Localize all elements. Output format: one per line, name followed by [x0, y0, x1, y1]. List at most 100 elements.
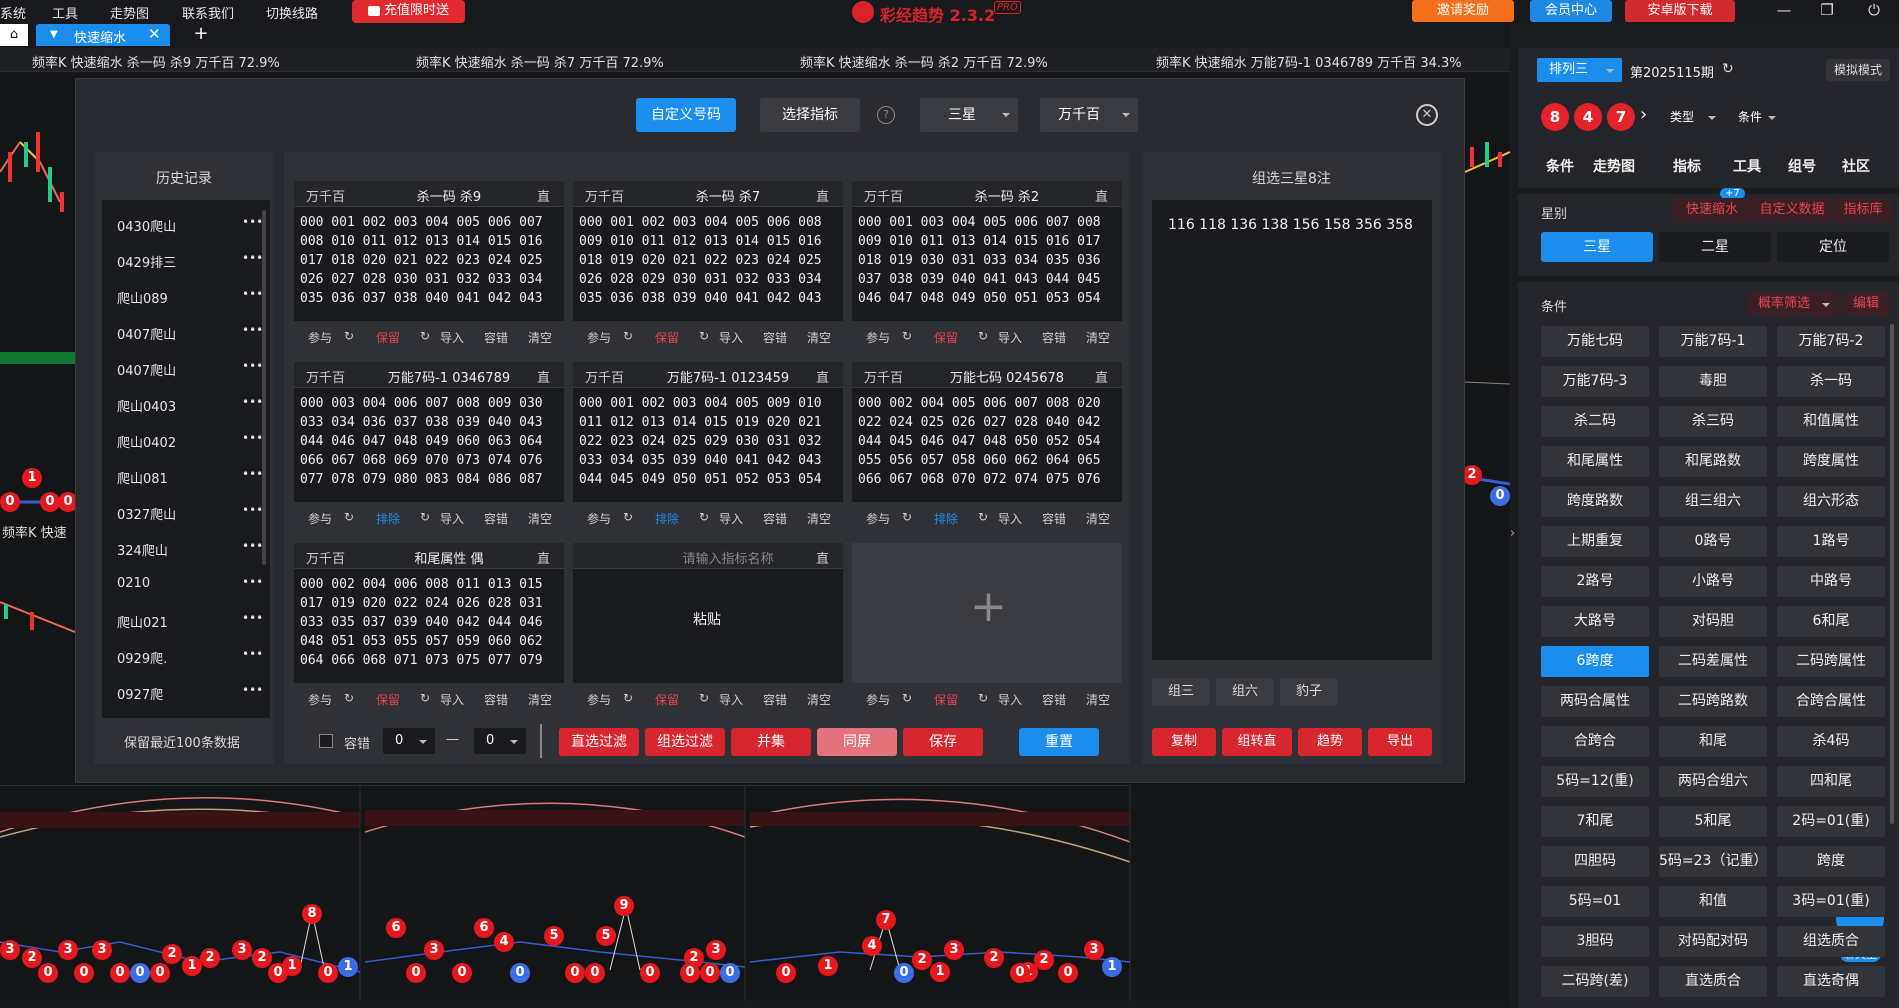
filter-position-select[interactable]: 万千百: [585, 367, 624, 386]
clear-button[interactable]: 清空: [528, 691, 552, 708]
refresh-icon[interactable]: ↻: [902, 329, 912, 343]
clear-button[interactable]: 清空: [528, 510, 552, 527]
condition-button[interactable]: 组三组六: [1659, 486, 1767, 517]
condition-button[interactable]: 6和尾: [1777, 606, 1885, 637]
condition-button[interactable]: 大路号: [1541, 606, 1649, 637]
clear-button[interactable]: 清空: [528, 329, 552, 346]
type-select[interactable]: 类型: [1660, 106, 1724, 128]
condition-button[interactable]: 小路号: [1659, 566, 1767, 597]
tag-indicator-lib[interactable]: 指标库: [1834, 198, 1892, 222]
refresh-icon[interactable]: ↻: [978, 510, 988, 524]
history-item[interactable]: 0407爬山: [117, 360, 176, 379]
filter-name[interactable]: 万能7码-1 0123459: [653, 367, 803, 386]
condition-button[interactable]: 中路号: [1777, 566, 1885, 597]
condition-button[interactable]: 5码=12(重): [1541, 766, 1649, 797]
condition-button[interactable]: 二码跨(差): [1541, 966, 1649, 997]
refresh-icon[interactable]: ↻: [902, 510, 912, 524]
more-icon[interactable]: •••: [242, 323, 263, 337]
filter-name[interactable]: 杀一码 杀9: [374, 186, 524, 205]
tab-quick-shrink[interactable]: ▼ 快速缩水 ✕: [36, 24, 170, 46]
lottery-select[interactable]: 排列三: [1537, 58, 1622, 82]
condition-button[interactable]: 2路号: [1541, 566, 1649, 597]
fault-checkbox[interactable]: [319, 734, 333, 748]
history-item[interactable]: 0210: [117, 576, 150, 591]
filter-mode-select[interactable]: 直: [816, 367, 829, 386]
refresh-icon[interactable]: ↻: [902, 691, 912, 705]
minimize-icon[interactable]: —: [1772, 0, 1796, 22]
select-indicator-button[interactable]: 选择指标: [760, 98, 860, 132]
condition-button[interactable]: 杀一码: [1777, 366, 1885, 397]
condition-button[interactable]: 3胆码: [1541, 926, 1649, 957]
more-icon[interactable]: •••: [242, 539, 263, 553]
filter-name[interactable]: 杀一码 杀2: [932, 186, 1082, 205]
filter-name[interactable]: 万能7码-1 0346789: [374, 367, 524, 386]
condition-button[interactable]: 5码=01: [1541, 886, 1649, 917]
keep-exclude-toggle[interactable]: 排除: [934, 510, 958, 527]
menu-tools[interactable]: 工具: [52, 3, 78, 22]
refresh-icon[interactable]: ↻: [623, 691, 633, 705]
condition-button[interactable]: 两码合组六: [1659, 766, 1767, 797]
condition-button[interactable]: 直选奇偶: [1777, 966, 1885, 997]
android-download-button[interactable]: 安卓版下载: [1625, 0, 1735, 22]
fault-button[interactable]: 容错: [484, 510, 508, 527]
condition-button[interactable]: 杀二码: [1541, 406, 1649, 437]
condition-button[interactable]: 6跨度: [1541, 646, 1649, 677]
fault-button[interactable]: 容错: [763, 329, 787, 346]
group-filter-button[interactable]: 组选过滤: [645, 728, 725, 756]
home-icon[interactable]: ⌂: [0, 24, 28, 46]
history-item[interactable]: 0407爬山: [117, 324, 176, 343]
sidebar-nav-item[interactable]: 组号: [1788, 156, 1816, 176]
import-button[interactable]: 导入: [719, 329, 743, 346]
help-icon[interactable]: ?: [877, 106, 895, 124]
join-toggle[interactable]: 参与: [866, 691, 890, 708]
group3-tab[interactable]: 组三: [1152, 678, 1210, 706]
clear-button[interactable]: 清空: [807, 510, 831, 527]
maximize-icon[interactable]: ❐: [1815, 0, 1839, 22]
refresh-icon[interactable]: ↻: [623, 510, 633, 524]
filter-position-select[interactable]: 万千百: [306, 548, 345, 567]
custom-number-button[interactable]: 自定义号码: [636, 98, 736, 132]
sidebar-nav-item[interactable]: 条件: [1546, 156, 1574, 176]
condition-button[interactable]: 万能7码-1: [1659, 326, 1767, 357]
condition-button[interactable]: 和值: [1659, 886, 1767, 917]
import-button[interactable]: 导入: [719, 691, 743, 708]
leopard-tab[interactable]: 豹子: [1280, 678, 1338, 706]
filter-mode-select[interactable]: 直: [1095, 367, 1108, 386]
member-center-button[interactable]: 会员中心: [1530, 0, 1612, 22]
condition-button[interactable]: 跨度路数: [1541, 486, 1649, 517]
more-icon[interactable]: •••: [242, 647, 263, 661]
direct-filter-button[interactable]: 直选过滤: [559, 728, 639, 756]
condition-button[interactable]: 合跨合属性: [1777, 686, 1885, 717]
sidebar-nav-item[interactable]: 工具: [1733, 156, 1761, 176]
recharge-button[interactable]: 充值限时送: [352, 0, 465, 23]
close-dialog-icon[interactable]: ✕: [1416, 104, 1438, 126]
join-toggle[interactable]: 参与: [866, 510, 890, 527]
join-toggle[interactable]: 参与: [308, 691, 332, 708]
refresh-icon[interactable]: ↻: [344, 691, 354, 705]
filter-mode-select[interactable]: 直: [816, 548, 829, 567]
refresh-icon[interactable]: ↻: [420, 691, 430, 705]
history-item[interactable]: 爬山0402: [117, 432, 176, 451]
keep-exclude-toggle[interactable]: 保留: [934, 329, 958, 346]
import-button[interactable]: 导入: [440, 510, 464, 527]
more-icon[interactable]: •••: [242, 575, 263, 589]
add-tab-icon[interactable]: +: [186, 24, 216, 46]
filter-position-select[interactable]: 万千百: [306, 367, 345, 386]
condition-button[interactable]: 跨度属性: [1777, 446, 1885, 477]
filter-name[interactable]: 万能七码 0245678: [932, 367, 1082, 386]
fault-button[interactable]: 容错: [484, 329, 508, 346]
join-toggle[interactable]: 参与: [308, 329, 332, 346]
star-tab-position[interactable]: 定位: [1777, 232, 1889, 262]
condition-button[interactable]: 四和尾: [1777, 766, 1885, 797]
import-button[interactable]: 导入: [719, 510, 743, 527]
save-button[interactable]: 保存: [903, 728, 983, 756]
condition-button[interactable]: 对码胆: [1659, 606, 1767, 637]
group6-tab[interactable]: 组六: [1216, 678, 1274, 706]
trend-button[interactable]: 趋势: [1298, 728, 1362, 756]
close-icon[interactable]: ✕: [148, 25, 161, 43]
menu-chart[interactable]: 走势图: [110, 3, 149, 22]
sidebar-nav-item[interactable]: 走势图: [1593, 156, 1635, 176]
refresh-icon[interactable]: ↻: [978, 329, 988, 343]
filter-position-select[interactable]: 万千百: [306, 186, 345, 205]
condition-button[interactable]: 1路号: [1777, 526, 1885, 557]
